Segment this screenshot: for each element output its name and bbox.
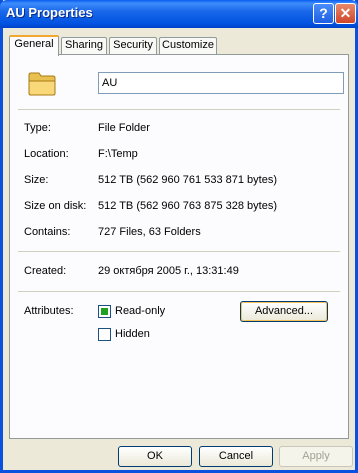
tab-sharing[interactable]: Sharing <box>61 37 107 54</box>
divider <box>18 109 340 110</box>
type-value: File Folder <box>98 122 150 134</box>
size-value: 512 TB (562 960 761 533 871 bytes) <box>98 174 277 186</box>
hidden-checkbox[interactable] <box>98 328 111 341</box>
tab-general[interactable]: General <box>9 35 59 56</box>
location-label: Location: <box>24 148 69 160</box>
readonly-checkbox[interactable] <box>98 305 111 318</box>
window-title: AU Properties <box>6 5 93 20</box>
tab-security[interactable]: Security <box>109 37 157 54</box>
properties-window: AU Properties ? ✕ General Sharing Securi… <box>0 0 358 473</box>
divider <box>18 291 340 292</box>
location-value: F:\Temp <box>98 148 138 160</box>
title-bar[interactable]: AU Properties ? ✕ <box>0 0 358 28</box>
contains-label: Contains: <box>24 226 71 238</box>
attributes-label: Attributes: <box>24 305 74 317</box>
hidden-label[interactable]: Hidden <box>115 328 150 340</box>
help-button[interactable]: ? <box>313 3 334 24</box>
size-on-disk-value: 512 TB (562 960 763 875 328 bytes) <box>98 200 277 212</box>
folder-icon <box>28 72 56 96</box>
close-button[interactable]: ✕ <box>335 3 356 24</box>
size-label: Size: <box>24 174 49 186</box>
type-label: Type: <box>24 122 51 134</box>
folder-name-input[interactable]: AU <box>98 72 344 94</box>
ok-button[interactable]: OK <box>118 446 192 467</box>
cancel-button[interactable]: Cancel <box>199 446 273 467</box>
created-value: 29 октября 2005 г., 13:31:49 <box>98 265 239 277</box>
advanced-button[interactable]: Advanced... <box>240 301 328 322</box>
general-tab-panel: AU Type: File Folder Location: F:\Temp S… <box>9 54 349 439</box>
tab-customize[interactable]: Customize <box>159 37 217 54</box>
divider <box>18 251 340 252</box>
apply-button[interactable]: Apply <box>279 446 353 467</box>
contains-value: 727 Files, 63 Folders <box>98 226 201 238</box>
readonly-label[interactable]: Read-only <box>115 305 165 317</box>
created-label: Created: <box>24 265 67 277</box>
size-on-disk-label: Size on disk: <box>24 200 87 212</box>
